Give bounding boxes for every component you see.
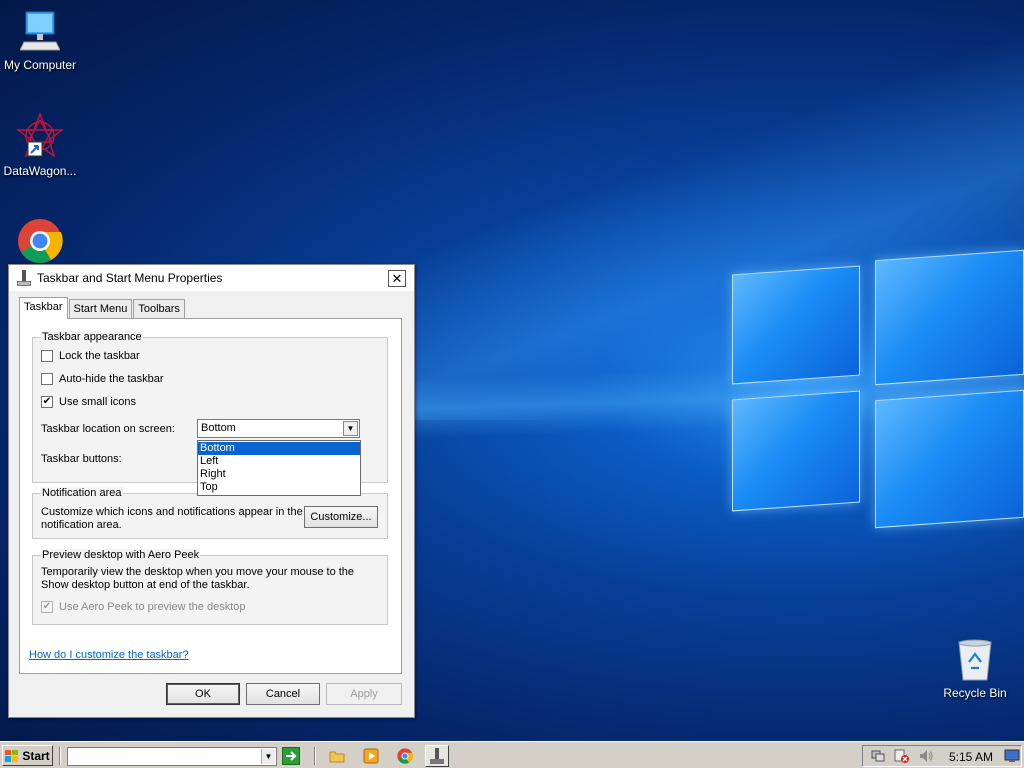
apply-button[interactable]: Apply — [326, 683, 402, 705]
computer-icon — [19, 10, 61, 54]
tab-start-menu[interactable]: Start Menu — [68, 299, 133, 319]
checkmark-icon: ✔ — [42, 601, 52, 612]
aero-peek-description: Temporarily view the desktop when you mo… — [41, 566, 355, 591]
desktop-icon-chrome[interactable] — [0, 218, 80, 264]
taskbar: Start ▼ 5:15 AM — [0, 741, 1024, 768]
autohide-checkbox[interactable] — [41, 373, 53, 385]
media-player-icon[interactable] — [362, 747, 380, 765]
taskbar-separator — [314, 747, 316, 765]
network-icon[interactable] — [869, 747, 887, 765]
location-select[interactable]: Bottom ▼ — [197, 419, 360, 438]
chevron-down-icon[interactable]: ▼ — [343, 421, 358, 436]
location-option-bottom[interactable]: Bottom — [198, 442, 360, 455]
taskbar-separator — [59, 747, 61, 765]
tab-toolbars[interactable]: Toolbars — [133, 299, 185, 319]
lock-taskbar-checkbox[interactable] — [41, 350, 53, 362]
chevron-down-icon[interactable]: ▼ — [261, 749, 275, 764]
desktop-icon-label: My Computer — [3, 58, 77, 72]
notification-description: Customize which icons and notifications … — [41, 506, 303, 531]
customize-button[interactable]: Customize... — [304, 506, 378, 528]
show-desktop-icon[interactable] — [1003, 747, 1021, 765]
taskbar-tab-panel: Taskbar appearance Lock the taskbar Auto… — [19, 318, 402, 674]
taskbar-window-icon — [17, 269, 31, 286]
checkmark-icon: ✔ — [42, 396, 52, 407]
volume-icon[interactable] — [917, 747, 935, 765]
small-icons-label: Use small icons — [59, 396, 137, 408]
system-tray: 5:15 AM — [862, 745, 1022, 767]
go-arrow-icon[interactable] — [282, 747, 300, 765]
datawagon-app-icon — [15, 112, 65, 160]
desktop-icon-datawagon[interactable]: DataWagon... — [0, 112, 80, 178]
lock-taskbar-checkbox-row[interactable]: Lock the taskbar — [41, 350, 140, 362]
folder-icon[interactable] — [328, 747, 346, 765]
dialog-title: Taskbar and Start Menu Properties — [37, 270, 223, 285]
location-option-right[interactable]: Right — [198, 468, 360, 481]
aero-peek-checkbox: ✔ — [41, 601, 53, 613]
desktop-icon-my-computer[interactable]: My Computer — [0, 10, 80, 72]
windows-flag-icon — [5, 749, 19, 762]
windows-logo-wallpaper — [730, 249, 1024, 550]
lock-taskbar-label: Lock the taskbar — [59, 350, 140, 362]
group-title: Notification area — [41, 487, 123, 499]
help-link[interactable]: How do I customize the taskbar? — [29, 649, 189, 661]
location-option-left[interactable]: Left — [198, 455, 360, 468]
autohide-checkbox-row[interactable]: Auto-hide the taskbar — [41, 373, 164, 385]
chrome-icon[interactable] — [396, 747, 414, 765]
location-option-top[interactable]: Top — [198, 481, 360, 494]
small-icons-checkbox[interactable]: ✔ — [41, 396, 53, 408]
security-alert-icon[interactable] — [893, 747, 911, 765]
dialog-tabs: Taskbar Start Menu Toolbars — [19, 297, 186, 319]
location-dropdown-list: Bottom Left Right Top — [197, 440, 361, 496]
small-icons-checkbox-row[interactable]: ✔ Use small icons — [41, 396, 136, 408]
taskbar-properties-dialog: Taskbar and Start Menu Properties ✕ Task… — [8, 264, 415, 718]
aero-peek-checkbox-row: ✔ Use Aero Peek to preview the desktop — [41, 601, 246, 613]
dialog-titlebar[interactable]: Taskbar and Start Menu Properties — [9, 265, 414, 291]
desktop-icon-label: Recycle Bin — [943, 686, 1007, 700]
desktop-icon-recycle-bin[interactable]: Recycle Bin — [935, 638, 1015, 700]
group-title: Preview desktop with Aero Peek — [41, 549, 201, 561]
ok-button[interactable]: OK — [166, 683, 240, 705]
start-button[interactable]: Start — [2, 745, 53, 766]
start-label: Start — [22, 748, 50, 763]
location-select-value: Bottom — [201, 422, 236, 434]
desktop-icon-label: DataWagon... — [3, 164, 77, 178]
group-title: Taskbar appearance — [41, 331, 143, 343]
close-icon: ✕ — [391, 270, 403, 286]
recycle-bin-icon — [955, 638, 995, 682]
taskbar-buttons-label: Taskbar buttons: — [41, 453, 122, 465]
autohide-label: Auto-hide the taskbar — [59, 373, 164, 385]
location-label: Taskbar location on screen: — [41, 423, 175, 435]
aero-peek-group: Preview desktop with Aero Peek Temporari… — [32, 549, 388, 625]
close-button[interactable]: ✕ — [388, 270, 406, 287]
address-combo[interactable]: ▼ — [67, 747, 277, 766]
clock[interactable]: 5:15 AM — [949, 750, 993, 764]
cancel-button[interactable]: Cancel — [246, 683, 320, 705]
taskbar-window-icon — [430, 748, 444, 764]
taskbar-properties-task-button[interactable] — [425, 745, 449, 767]
tab-taskbar[interactable]: Taskbar — [19, 297, 68, 319]
chrome-icon — [17, 218, 63, 264]
aero-peek-label: Use Aero Peek to preview the desktop — [59, 601, 246, 613]
